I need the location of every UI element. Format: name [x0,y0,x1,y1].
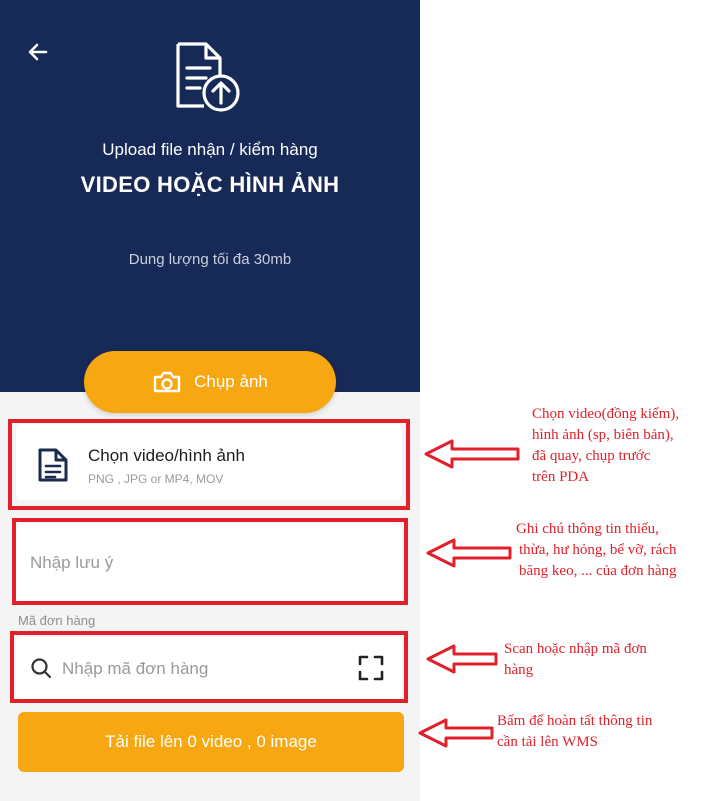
camera-icon [153,371,181,393]
highlight-note [12,518,408,605]
annotation-choose-media: Chọn video(đồng kiểm), hình ảnh (sp, biê… [532,406,680,485]
highlight-choose-media [8,419,410,510]
order-code-label: Mã đơn hàng [18,613,96,628]
back-arrow-icon [28,43,48,61]
take-photo-button[interactable]: Chụp ảnh [84,351,336,413]
highlight-submit [16,706,408,776]
back-button[interactable] [22,36,54,68]
header-title: VIDEO HOẶC HÌNH ẢNH [80,172,340,197]
arrow-left-icon [426,644,498,674]
annotation-order-code: Scan hoặc nhập mã đơn hàng [504,641,647,678]
header-subtitle: Upload file nhận / kiểm hàng [102,140,318,159]
header-panel: Upload file nhận / kiểm hàng VIDEO HOẶC … [0,0,420,392]
file-upload-icon [176,42,240,112]
arrow-left-icon [424,439,520,469]
annotation-submit: Bấm để hoàn tất thông tin cần tải lên WM… [497,713,653,750]
highlight-order-code [10,631,408,703]
arrow-left-icon [418,718,494,748]
arrow-left-icon [426,538,512,568]
take-photo-label: Chụp ảnh [194,372,268,391]
annotation-note: Ghi chú thông tin thiếu, thừa, hư hỏng, … [516,521,677,579]
max-size-note: Dung lượng tối đa 30mb [128,251,292,268]
